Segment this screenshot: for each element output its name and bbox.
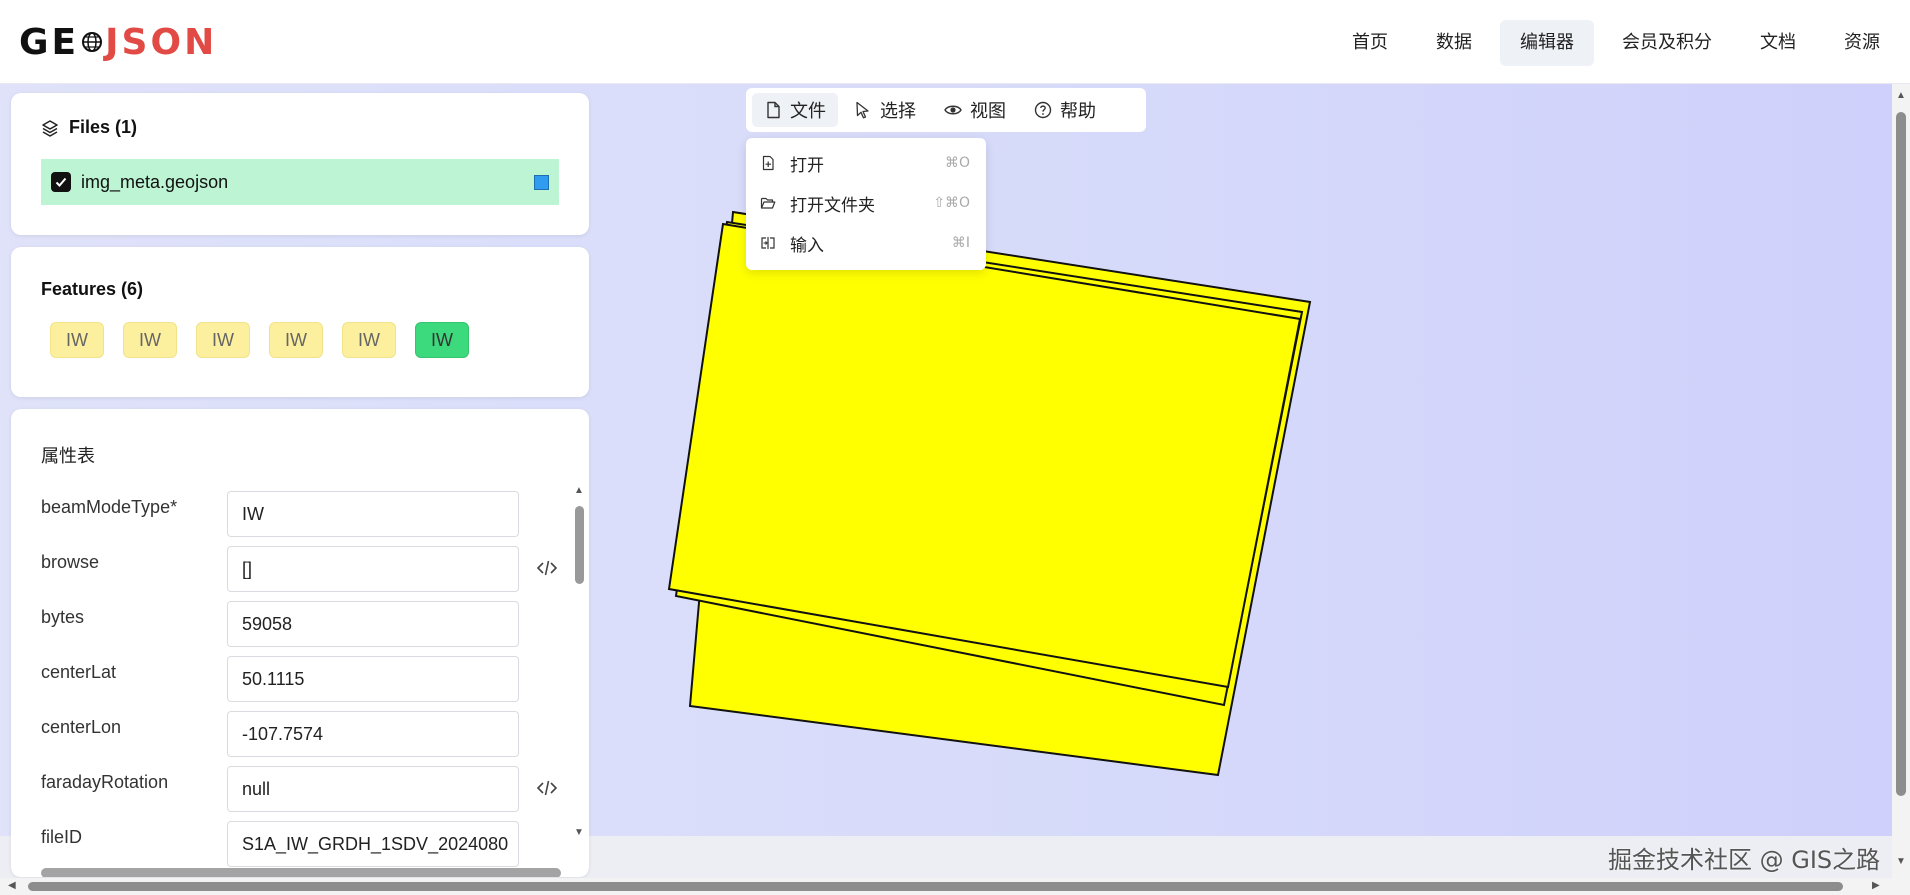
file-menu-button[interactable]: 文件: [752, 93, 838, 127]
file-color-swatch[interactable]: [534, 175, 549, 190]
property-row: centerLat 50.1115: [41, 656, 561, 702]
cursor-icon: [856, 101, 869, 119]
help-circle-icon: [1034, 101, 1052, 119]
nav-membership[interactable]: 会员及积分: [1602, 20, 1732, 66]
property-key: beamModeType*: [41, 497, 178, 517]
code-icon[interactable]: [536, 558, 558, 578]
features-panel: Features (6) IW IW IW IW IW IW: [11, 247, 589, 397]
property-key: bytes: [41, 607, 85, 627]
top-header: GE JSON 首页 数据 编辑器 会员及积分 文档 资源: [0, 0, 1910, 84]
globe-icon: [82, 32, 103, 52]
page-scroll-right-arrow[interactable]: ▶: [1872, 880, 1880, 891]
file-menu-label: 文件: [790, 101, 826, 122]
page-scroll-up-arrow[interactable]: ▲: [1896, 90, 1906, 101]
property-value-input[interactable]: S1A_IW_GRDH_1SDV_2024080: [227, 821, 519, 867]
feature-chip[interactable]: IW: [269, 322, 323, 358]
nav-editor[interactable]: 编辑器: [1500, 20, 1594, 66]
view-menu-button[interactable]: 视图: [932, 93, 1018, 127]
property-row: bytes 59058: [41, 601, 561, 647]
scroll-up-arrow[interactable]: ▲: [574, 485, 584, 496]
logo-text-json: JSON: [105, 21, 218, 63]
file-icon: [767, 101, 780, 119]
files-panel: Files (1) img_meta.geojson: [11, 93, 589, 235]
check-icon: [55, 177, 67, 187]
file-dropdown-menu: 打开 ⌘O 打开文件夹 ⇧⌘O 输入 ⌘I: [746, 138, 986, 270]
page-horizontal-scroll-thumb[interactable]: [28, 882, 1843, 891]
view-menu-label: 视图: [970, 101, 1006, 122]
property-key: centerLon: [41, 717, 122, 737]
page-scroll-left-arrow[interactable]: ◀: [8, 880, 16, 891]
nav-home[interactable]: 首页: [1332, 20, 1408, 66]
property-value-input[interactable]: 50.1115: [227, 656, 519, 702]
menu-item-import[interactable]: 输入 ⌘I: [746, 225, 986, 261]
code-icon[interactable]: [536, 778, 558, 798]
menu-item-label: 打开: [790, 155, 824, 176]
select-menu-label: 选择: [880, 101, 916, 122]
property-row: faradayRotation null: [41, 766, 561, 812]
property-key: browse: [41, 552, 100, 572]
files-title: Files (1): [69, 117, 138, 137]
properties-title: 属性表: [41, 446, 95, 467]
feature-chip[interactable]: IW: [50, 322, 104, 358]
properties-scroll-thumb[interactable]: [575, 506, 584, 584]
feature-chip-selected[interactable]: IW: [415, 322, 469, 358]
property-key: centerLat: [41, 662, 117, 682]
feature-chip-list: IW IW IW IW IW IW: [50, 322, 488, 358]
eye-icon: [944, 105, 962, 115]
main-nav: 首页 数据 编辑器 会员及积分 文档 资源: [1324, 20, 1900, 66]
nav-data[interactable]: 数据: [1416, 20, 1492, 66]
page-scroll-down-arrow[interactable]: ▼: [1896, 856, 1906, 867]
site-logo[interactable]: GE JSON: [19, 21, 218, 63]
property-row: browse []: [41, 546, 561, 592]
feature-chip[interactable]: IW: [342, 322, 396, 358]
feature-chip[interactable]: IW: [123, 322, 177, 358]
property-key: fileID: [41, 827, 83, 847]
files-panel-header: Files (1): [41, 117, 137, 138]
properties-hscroll-thumb[interactable]: [41, 868, 561, 877]
menu-item-label: 输入: [790, 235, 824, 256]
properties-panel: 属性表 beamModeType* IW browse [] bytes 590…: [11, 409, 589, 877]
logo-text-ge: GE: [19, 21, 80, 63]
import-icon: [761, 237, 775, 249]
editor-toolbar: 文件 选择 视图 帮助: [746, 88, 1146, 132]
property-value-input[interactable]: IW: [227, 491, 519, 537]
file-name: img_meta.geojson: [81, 171, 229, 192]
property-value-input[interactable]: -107.7574: [227, 711, 519, 757]
menu-item-label: 打开文件夹: [790, 195, 875, 216]
layers-icon: [42, 119, 58, 137]
property-row: centerLon -107.7574: [41, 711, 561, 757]
property-value-input[interactable]: []: [227, 546, 519, 592]
features-title: Features (6): [41, 279, 144, 299]
menu-item-shortcut: ⌘O: [944, 155, 970, 171]
property-row: fileID S1A_IW_GRDH_1SDV_2024080: [41, 821, 561, 867]
property-value-input[interactable]: 59058: [227, 601, 519, 647]
menu-item-open[interactable]: 打开 ⌘O: [746, 145, 986, 181]
help-menu-label: 帮助: [1060, 101, 1096, 122]
page-vertical-scroll-thumb[interactable]: [1896, 112, 1906, 796]
watermark-text: 掘金技术社区 @ GIS之路: [1608, 846, 1881, 874]
property-value-input[interactable]: null: [227, 766, 519, 812]
nav-resources[interactable]: 资源: [1824, 20, 1900, 66]
scroll-down-arrow[interactable]: ▼: [574, 827, 584, 838]
menu-item-open-folder[interactable]: 打开文件夹 ⇧⌘O: [746, 185, 986, 221]
menu-item-shortcut: ⇧⌘O: [933, 195, 970, 211]
menu-item-shortcut: ⌘I: [951, 235, 970, 251]
property-key: faradayRotation: [41, 772, 169, 792]
feature-chip[interactable]: IW: [196, 322, 250, 358]
property-row: beamModeType* IW: [41, 491, 561, 537]
file-checkbox[interactable]: [51, 172, 71, 192]
folder-open-icon: [760, 197, 776, 209]
nav-docs[interactable]: 文档: [1740, 20, 1816, 66]
file-row[interactable]: img_meta.geojson: [41, 159, 559, 205]
select-menu-button[interactable]: 选择: [842, 93, 928, 127]
help-menu-button[interactable]: 帮助: [1022, 93, 1108, 127]
file-plus-icon: [762, 155, 774, 171]
